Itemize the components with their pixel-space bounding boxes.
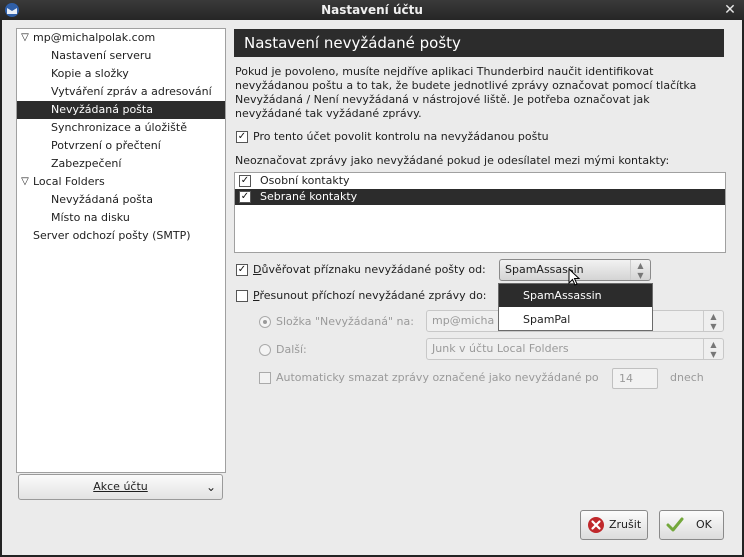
move-junk-checkbox[interactable] xyxy=(236,290,248,302)
cancel-icon xyxy=(588,517,604,533)
sidebar-item-label: Vytváření zpráv a adresování xyxy=(51,85,212,98)
sidebar-item[interactable]: Nevyžádaná pošta xyxy=(17,101,225,119)
expand-toggle-icon[interactable]: ▽ xyxy=(19,173,31,191)
sidebar-item-label: Nastavení serveru xyxy=(51,49,152,62)
account-tree[interactable]: ▽ mp@michalpolak.com Nastavení serveru Kopi… xyxy=(16,28,226,473)
sidebar-item[interactable]: Zabezpečení xyxy=(17,155,225,173)
sidebar-item[interactable]: Nevyžádaná pošta xyxy=(17,191,225,209)
other-folder-value: Junk v účtu Local Folders xyxy=(432,342,569,355)
sidebar-item-label: mp@michalpolak.com xyxy=(33,31,156,44)
select-arrows-icon: ▲ ▼ xyxy=(703,339,723,359)
select-arrows-icon: ▲ ▼ xyxy=(703,311,723,331)
window-title: Nastavení účtu xyxy=(321,3,423,17)
sidebar-item-label: Nevyžádaná pošta xyxy=(51,193,153,206)
expand-toggle-icon[interactable]: ▽ xyxy=(19,29,31,47)
cancel-button[interactable]: Zrušit xyxy=(580,510,648,540)
ok-button[interactable]: OK xyxy=(659,510,724,540)
junk-folder-account-value: mp@micha xyxy=(432,314,495,327)
trust-header-checkbox[interactable]: ✓ xyxy=(236,264,248,276)
other-folder-radio[interactable] xyxy=(259,344,271,356)
whitelist-list[interactable]: ✓ Osobní kontakty ✓ Sebrané kontakty xyxy=(234,172,726,253)
sidebar-item[interactable]: Místo na disku xyxy=(17,209,225,227)
collected-contacts-checkbox[interactable]: ✓ xyxy=(239,191,251,203)
sidebar-item[interactable]: Synchronizace a úložiště xyxy=(17,119,225,137)
trust-source-dropdown[interactable]: SpamAssassin SpamPal xyxy=(498,283,653,331)
account-actions-label: Akce účtu xyxy=(93,480,148,493)
trust-header-label: Důvěřovat příznaku nevyžádané pošty od: xyxy=(253,263,486,276)
list-item[interactable]: ✓ Osobní kontakty xyxy=(235,173,725,189)
sidebar-item[interactable]: Server odchozí pošty (SMTP) xyxy=(17,227,225,245)
page-title: Nastavení nevyžádané pošty xyxy=(234,29,724,57)
sidebar-item-label: Kopie a složky xyxy=(51,67,129,80)
sidebar-item[interactable]: ▽ mp@michalpolak.com xyxy=(17,29,225,47)
auto-delete-checkbox[interactable] xyxy=(259,372,271,384)
sidebar-item[interactable]: ▽ Local Folders xyxy=(17,173,225,191)
sidebar-item[interactable]: Potvrzení o přečtení xyxy=(17,137,225,155)
auto-delete-days-input[interactable]: 14 xyxy=(612,368,658,389)
description-text: Pokud je povoleno, musíte nejdříve aplik… xyxy=(235,65,697,120)
move-junk-label: Přesunout příchozí nevyžádané zprávy do: xyxy=(253,289,487,302)
sidebar-item-label: Potvrzení o přečtení xyxy=(51,139,161,152)
close-icon[interactable]: ✕ xyxy=(722,1,738,19)
sidebar-item[interactable]: Kopie a složky xyxy=(17,65,225,83)
list-item-label: Osobní kontakty xyxy=(260,174,350,187)
cancel-label: Zrušit xyxy=(609,518,642,531)
title-bar: Nastavení účtu ✕ xyxy=(0,0,744,20)
dialog-body: ▽ mp@michalpolak.com Nastavení serveru Kopi… xyxy=(2,20,742,555)
select-arrows-icon: ▲ ▼ xyxy=(630,260,650,280)
sidebar-item-label: Nevyžádaná pošta xyxy=(51,103,153,116)
sidebar-item[interactable]: Nastavení serveru xyxy=(17,47,225,65)
ok-label: OK xyxy=(696,518,712,531)
auto-delete-unit: dnech xyxy=(670,371,704,384)
dropdown-option-spampal[interactable]: SpamPal xyxy=(499,308,652,331)
list-item[interactable]: ✓ Sebrané kontakty xyxy=(235,189,725,205)
junk-folder-radio[interactable] xyxy=(259,316,271,328)
sidebar-item-label: Local Folders xyxy=(33,175,105,188)
sidebar-item-label: Zabezpečení xyxy=(51,157,122,170)
thunderbird-icon xyxy=(5,3,19,17)
chevron-down-icon: ⌄ xyxy=(205,480,216,494)
sidebar-item-label: Server odchozí pošty (SMTP) xyxy=(33,229,191,242)
sidebar-item-label: Místo na disku xyxy=(51,211,130,224)
mouse-cursor-icon xyxy=(568,268,581,286)
list-item-label: Sebrané kontakty xyxy=(260,190,358,203)
other-folder-label: Další: xyxy=(276,343,307,356)
other-folder-select[interactable]: Junk v účtu Local Folders ▲ ▼ xyxy=(426,338,724,360)
checkmark-icon xyxy=(666,517,684,532)
sidebar-item-label: Synchronizace a úložiště xyxy=(51,121,187,134)
sidebar-item[interactable]: Vytváření zpráv a adresování xyxy=(17,83,225,101)
junk-folder-label: Složka "Nevyžádaná" na: xyxy=(276,315,414,328)
personal-contacts-checkbox[interactable]: ✓ xyxy=(239,175,251,187)
enable-junk-label: Pro tento účet povolit kontrolu na nevyž… xyxy=(253,130,549,143)
account-actions-button[interactable]: Akce účtu ⌄ xyxy=(18,474,223,500)
enable-junk-checkbox[interactable]: ✓ xyxy=(236,131,248,143)
whitelist-label: Neoznačovat zprávy jako nevyžádané pokud… xyxy=(235,154,670,167)
auto-delete-label: Automaticky smazat zprávy označené jako … xyxy=(276,371,599,384)
